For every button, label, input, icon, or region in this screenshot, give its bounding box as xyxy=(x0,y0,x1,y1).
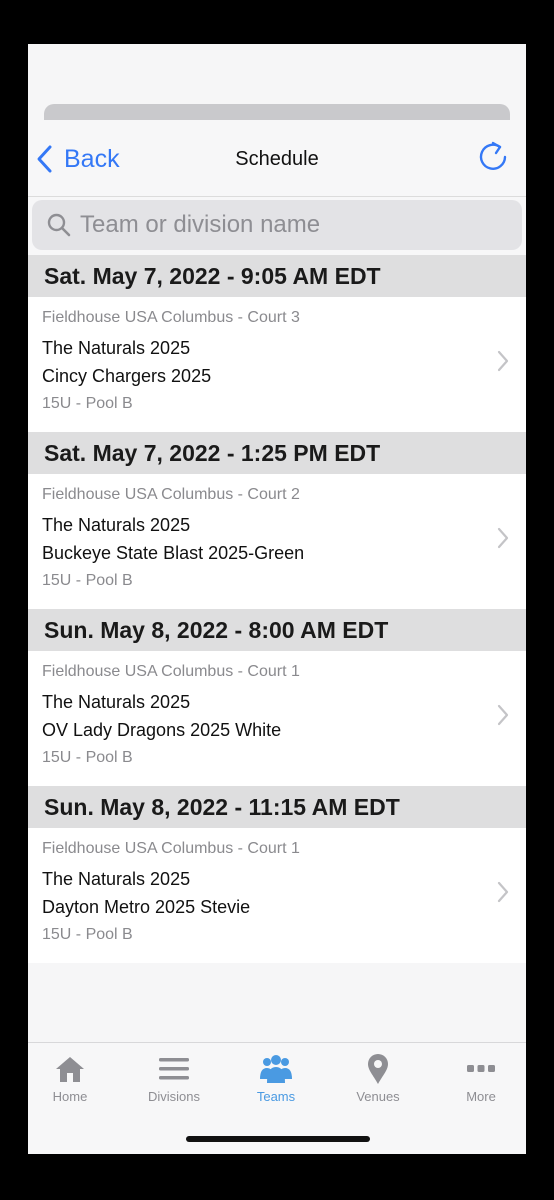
game-venue: Fieldhouse USA Columbus - Court 1 xyxy=(42,840,300,857)
game-row[interactable]: Fieldhouse USA Columbus - Court 3 The Na… xyxy=(28,297,526,432)
game-team-home: The Naturals 2025 xyxy=(42,692,191,712)
game-division: 15U - Pool B xyxy=(42,749,133,766)
game-division: 15U - Pool B xyxy=(42,572,133,589)
navigation-bar: Back Schedule xyxy=(28,120,526,197)
section-header-date: Sat. May 7, 2022 - 1:25 PM EDT xyxy=(28,432,526,474)
tab-label: Divisions xyxy=(147,1089,200,1104)
game-team-opponent: Dayton Metro 2025 Stevie xyxy=(42,897,251,917)
people-icon xyxy=(260,1055,292,1083)
chevron-right-icon xyxy=(497,881,509,903)
chevron-right-icon xyxy=(497,704,509,726)
search-bar[interactable] xyxy=(32,200,522,250)
tab-label: Home xyxy=(52,1089,88,1104)
tab-label: Teams xyxy=(256,1089,296,1104)
game-team-home: The Naturals 2025 xyxy=(42,515,191,535)
search-bar-container xyxy=(28,197,526,255)
game-row[interactable]: Fieldhouse USA Columbus - Court 1 The Na… xyxy=(28,651,526,786)
game-team-opponent: Buckeye State Blast 2025-Green xyxy=(42,543,305,563)
schedule-list: Sat. May 7, 2022 - 9:05 AM EDT Fieldhous… xyxy=(28,255,526,963)
search-input[interactable] xyxy=(78,210,482,240)
list-icon xyxy=(159,1058,189,1080)
tab-label: More xyxy=(466,1089,496,1104)
refresh-icon[interactable] xyxy=(476,140,510,174)
game-team-opponent: OV Lady Dragons 2025 White xyxy=(42,720,282,740)
section-header-date: Sat. May 7, 2022 - 9:05 AM EDT xyxy=(28,255,526,297)
page-title: Schedule xyxy=(235,148,319,170)
game-team-home: The Naturals 2025 xyxy=(42,869,191,889)
tab-divisions[interactable]: Divisions xyxy=(124,1053,224,1113)
game-row[interactable]: Fieldhouse USA Columbus - Court 2 The Na… xyxy=(28,474,526,609)
phone-screen: Back Schedule Sat. May 7, 2022 - 9:05 AM… xyxy=(28,44,526,1154)
tab-label: Venues xyxy=(356,1089,400,1104)
tab-venues[interactable]: Venues xyxy=(328,1053,428,1113)
home-icon xyxy=(56,1057,84,1082)
tab-teams[interactable]: Teams xyxy=(226,1053,326,1113)
chevron-right-icon xyxy=(497,350,509,372)
map-pin-icon xyxy=(368,1054,388,1084)
section-header-date: Sun. May 8, 2022 - 8:00 AM EDT xyxy=(28,609,526,651)
game-division: 15U - Pool B xyxy=(42,395,133,412)
tab-home[interactable]: Home xyxy=(28,1053,120,1113)
game-venue: Fieldhouse USA Columbus - Court 3 xyxy=(42,309,300,326)
tab-more[interactable]: More xyxy=(431,1053,526,1113)
game-team-opponent: Cincy Chargers 2025 xyxy=(42,366,212,386)
chevron-right-icon xyxy=(497,527,509,549)
home-indicator[interactable] xyxy=(186,1136,370,1142)
game-venue: Fieldhouse USA Columbus - Court 2 xyxy=(42,486,300,503)
game-row[interactable]: Fieldhouse USA Columbus - Court 1 The Na… xyxy=(28,828,526,963)
game-team-home: The Naturals 2025 xyxy=(42,338,191,358)
game-division: 15U - Pool B xyxy=(42,926,133,943)
game-venue: Fieldhouse USA Columbus - Court 1 xyxy=(42,663,300,680)
section-header-date: Sun. May 8, 2022 - 11:15 AM EDT xyxy=(28,786,526,828)
search-icon xyxy=(47,213,71,237)
more-icon xyxy=(467,1065,495,1072)
